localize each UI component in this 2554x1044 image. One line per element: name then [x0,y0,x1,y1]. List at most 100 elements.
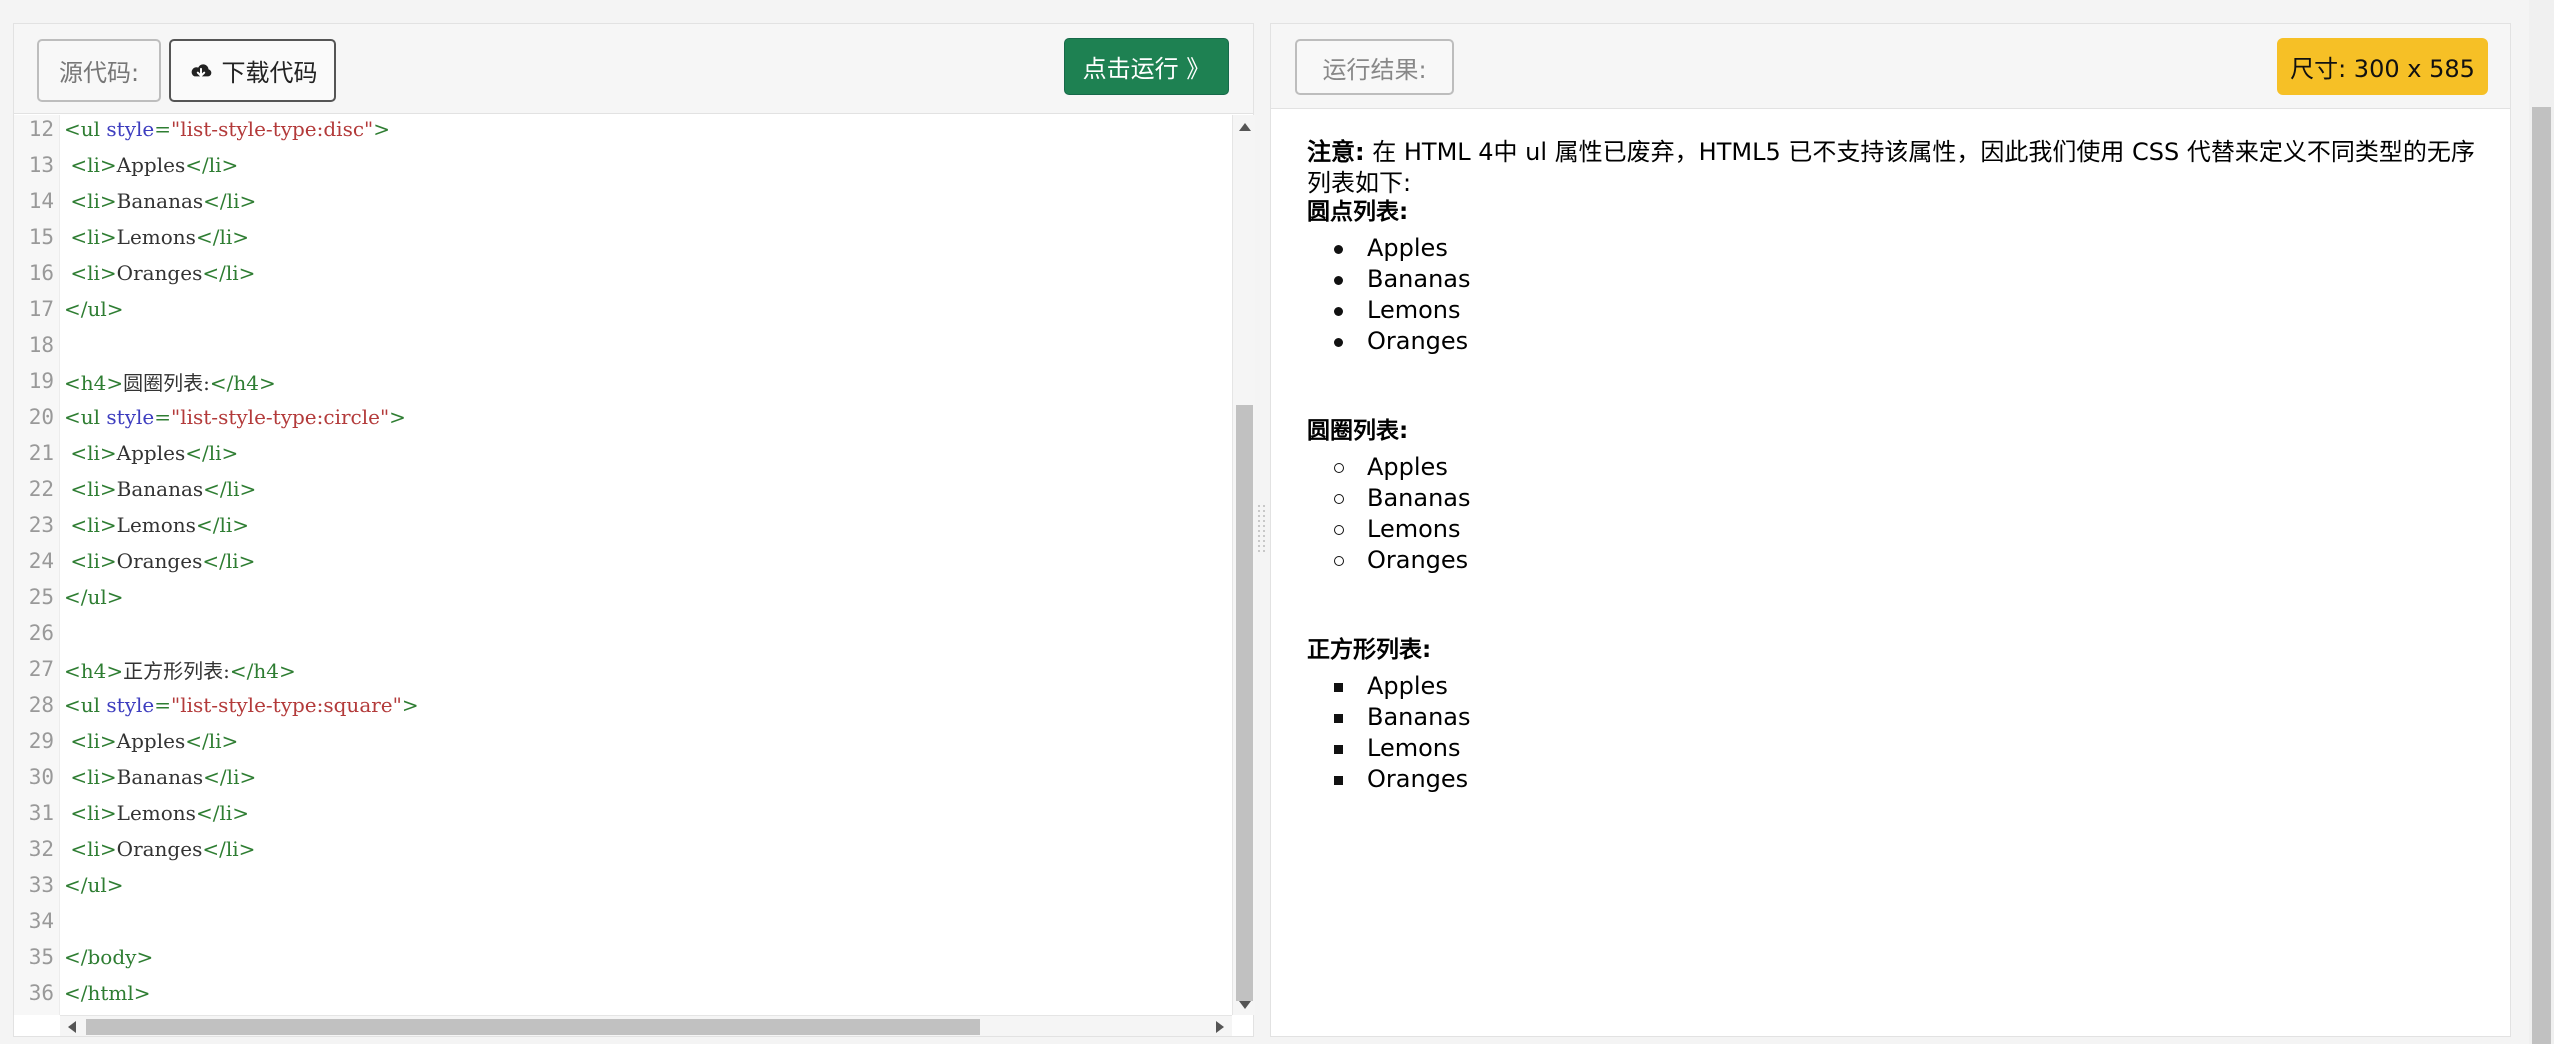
code-line[interactable]: 28 <ul style="list-style-type:square"> [14,687,419,723]
list-item: Lemons [1334,514,1471,545]
code-text: <ul style="list-style-type:circle"> [60,405,406,429]
code-token: </li> [202,837,256,861]
page-scroll-thumb[interactable] [2532,107,2551,1044]
line-number: 21 [28,441,54,465]
code-token: </h4> [229,658,296,683]
code-line[interactable]: 21 <li>Apples</li> [14,435,239,471]
list-item: Apples [1334,233,1471,264]
vertical-scroll-thumb[interactable] [1236,405,1253,1001]
code-line[interactable]: 36 </html> [14,975,151,1011]
code-line[interactable]: 30 <li>Bananas</li> [14,759,257,795]
source-code-label: 源代码: [37,39,161,102]
code-line[interactable]: 14 <li>Bananas</li> [14,183,257,219]
circle-bullet-icon [1334,524,1344,535]
list-item-text: Lemons [1367,734,1461,762]
code-line[interactable]: 26 [14,615,64,651]
list-item-text: Apples [1367,672,1448,700]
list-item-text: Bananas [1367,484,1471,512]
code-line[interactable]: 22 <li>Bananas</li> [14,471,257,507]
line-number: 24 [28,549,54,573]
code-token: Lemons [116,801,196,825]
code-token: </ul> [64,585,124,609]
editor-horizontal-scrollbar[interactable] [60,1015,1232,1036]
scroll-right-arrow-icon[interactable] [1216,1021,1224,1033]
code-token: > [389,405,406,429]
list-item: Bananas [1334,702,1471,733]
code-line[interactable]: 20 <ul style="list-style-type:circle"> [14,399,406,435]
code-line[interactable]: 27 <h4>正方形列表:</h4> [14,651,296,687]
code-token: Lemons [116,225,196,249]
code-token: </li> [195,801,249,825]
code-text: <li>Oranges</li> [60,261,255,285]
page-vertical-scrollbar[interactable] [2529,0,2554,1044]
code-line[interactable]: 12 <ul style="list-style-type:disc"> [14,115,390,147]
code-token: </body> [64,945,154,969]
list-item: Lemons [1334,295,1471,326]
code-text: <h4>圆圈列表:</h4> [60,367,276,396]
square-bullet-icon [1334,744,1343,754]
download-code-button[interactable]: 下载代码 [169,39,336,102]
code-token: style [106,405,155,429]
list-item-text: Apples [1367,453,1448,481]
code-token: Apples [116,441,186,465]
code-token: <li> [64,837,117,861]
code-token: "list-style-type:square" [171,693,402,717]
code-text: <li>Oranges</li> [60,549,255,573]
code-line[interactable]: 25 </ul> [14,579,124,615]
line-number: 23 [28,513,54,537]
code-token: Bananas [116,189,204,213]
code-line[interactable]: 19 <h4>圆圈列表:</h4> [14,363,276,399]
code-line[interactable]: 35 </body> [14,939,154,975]
code-token: 正方形列表: [123,658,230,683]
code-token: </li> [202,261,256,285]
code-line[interactable]: 15 <li>Lemons</li> [14,219,249,255]
code-token: <ul [64,693,107,717]
list-square: Apples Bananas Lemons Oranges [1334,671,1471,795]
code-line[interactable]: 33 </ul> [14,867,124,903]
code-line[interactable]: 23 <li>Lemons</li> [14,507,249,543]
code-token: <li> [64,441,117,465]
code-token: <li> [64,189,117,213]
section-heading-circle: 圆圈列表: [1307,418,1409,444]
code-text: <li>Apples</li> [60,441,238,465]
code-line[interactable]: 32 <li>Oranges</li> [14,831,256,867]
code-line[interactable]: 16 <li>Oranges</li> [14,255,256,291]
code-editor[interactable]: 12 <ul style="list-style-type:disc"> 13 <l… [14,115,1232,1015]
line-number: 18 [28,333,54,357]
code-line[interactable]: 18 [14,327,64,363]
list-item-text: Apples [1367,234,1448,262]
code-line[interactable]: 34 [14,903,64,939]
run-code-button[interactable]: 点击运行 》 [1064,38,1229,95]
list-item: Oranges [1334,326,1471,357]
line-number: 35 [28,945,54,969]
code-line[interactable]: 17 </ul> [14,291,124,327]
download-code-label: 下载代码 [221,59,318,87]
code-token: <h4> [64,658,124,683]
code-line[interactable]: 29 <li>Apples</li> [14,723,239,759]
code-token: <li> [64,513,117,537]
source-panel: 源代码: 下载代码 点击运行 》 12 <ul style="list-style… [13,23,1255,1037]
code-token: </li> [203,477,257,501]
line-number: 17 [28,297,54,321]
panel-resize-handle[interactable] [1255,505,1269,555]
code-token: Apples [116,729,186,753]
code-token: Bananas [116,765,204,789]
editor-vertical-scrollbar[interactable] [1232,115,1255,1015]
scroll-left-arrow-icon[interactable] [68,1021,76,1033]
code-token: </ul> [64,297,124,321]
code-line[interactable]: 31 <li>Lemons</li> [14,795,249,831]
code-token: <li> [64,729,117,753]
list-item-text: Lemons [1367,515,1461,543]
line-number: 28 [28,693,54,717]
horizontal-scroll-thumb[interactable] [86,1019,980,1035]
code-text: <li>Bananas</li> [60,189,256,213]
list-item-text: Oranges [1367,327,1469,355]
scroll-up-arrow-icon[interactable] [1239,123,1251,131]
code-token: </li> [195,225,249,249]
code-line[interactable]: 24 <li>Oranges</li> [14,543,256,579]
cloud-download-icon [191,63,211,77]
code-line[interactable]: 13 <li>Apples</li> [14,147,239,183]
code-text: </ul> [60,585,124,609]
scroll-down-arrow-icon[interactable] [1239,1001,1251,1009]
code-token: Oranges [116,261,203,285]
